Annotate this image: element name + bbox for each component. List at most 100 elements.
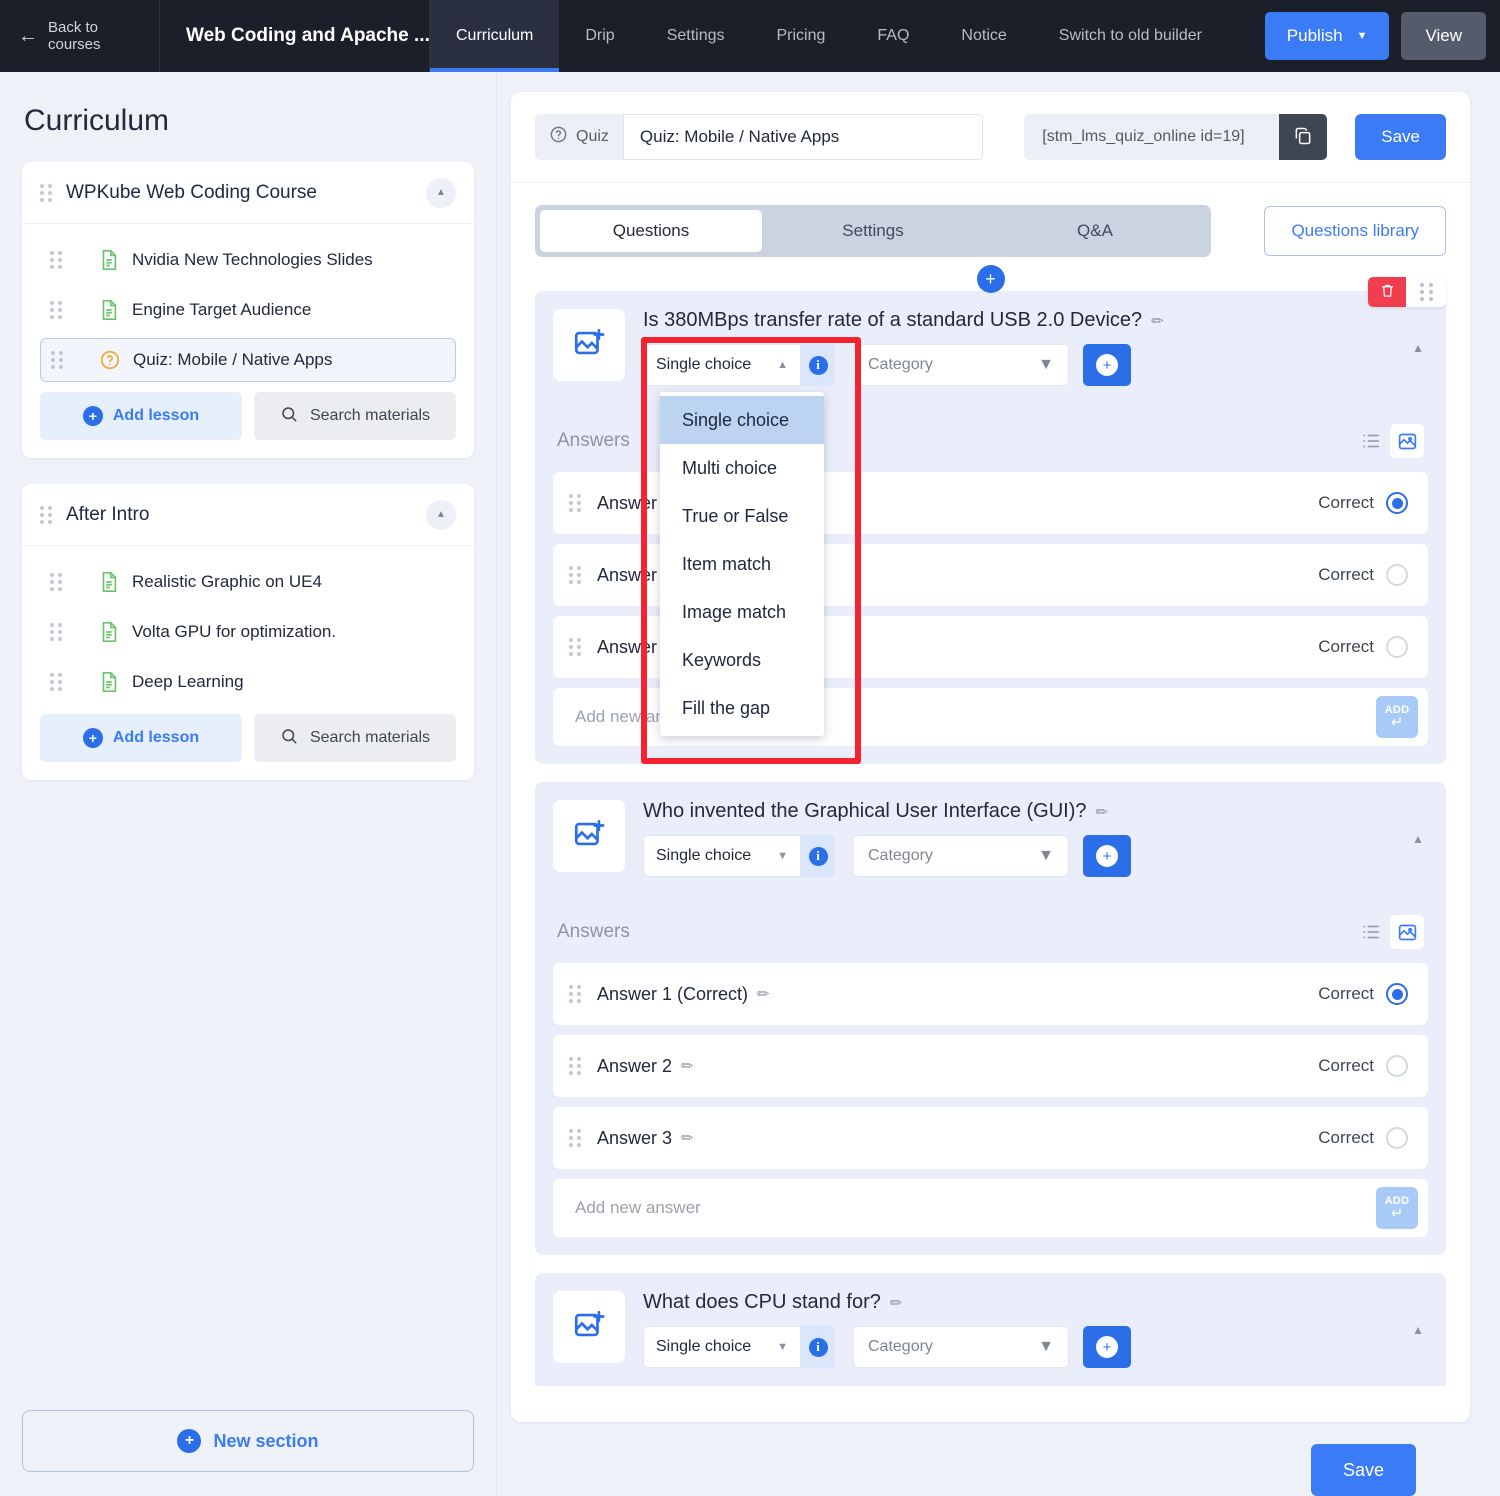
question-category-select[interactable]: Category ▼ xyxy=(853,835,1069,877)
image-add-icon xyxy=(572,817,606,856)
drag-handle-icon[interactable] xyxy=(50,251,64,269)
search-materials-button[interactable]: Search materials xyxy=(254,392,456,440)
questions-library-button[interactable]: Questions library xyxy=(1264,206,1446,256)
question-type-info-button[interactable]: i xyxy=(801,344,835,386)
correct-radio[interactable] xyxy=(1386,1055,1408,1077)
edit-pencil-icon[interactable]: ✏ xyxy=(681,1129,694,1147)
list-item[interactable]: Deep Learning xyxy=(40,660,456,704)
drag-handle-icon[interactable] xyxy=(569,566,583,584)
drag-handle-icon[interactable] xyxy=(569,494,583,512)
sidebar-item-quiz-mobile-native-apps[interactable]: Quiz: Mobile / Native Apps xyxy=(40,338,456,382)
image-view-icon[interactable] xyxy=(1390,424,1424,458)
question-type-dropdown[interactable]: Single choice Multi choice True or False… xyxy=(660,392,824,736)
question-image-placeholder[interactable] xyxy=(553,1291,625,1363)
type-option-item-match[interactable]: Item match xyxy=(660,540,824,588)
list-view-icon[interactable] xyxy=(1360,430,1382,452)
drag-handle-icon[interactable] xyxy=(40,183,54,202)
question-category-select[interactable]: Category ▼ xyxy=(853,1326,1069,1368)
new-section-button[interactable]: + New section xyxy=(22,1410,474,1472)
correct-radio[interactable] xyxy=(1386,564,1408,586)
drag-handle-icon[interactable] xyxy=(569,638,583,656)
image-view-icon[interactable] xyxy=(1390,915,1424,949)
view-button[interactable]: View xyxy=(1401,12,1486,60)
delete-question-button[interactable] xyxy=(1368,277,1406,307)
question-image-placeholder[interactable] xyxy=(553,800,625,872)
correct-radio[interactable] xyxy=(1386,636,1408,658)
save-button[interactable]: Save xyxy=(1355,114,1446,160)
list-item[interactable]: Nvidia New Technologies Slides xyxy=(40,238,456,282)
edit-pencil-icon[interactable]: ✏ xyxy=(890,1294,903,1312)
section-collapse-button[interactable]: ▲ xyxy=(426,177,456,208)
correct-radio[interactable] xyxy=(1386,492,1408,514)
publish-button[interactable]: Publish ▼ xyxy=(1264,12,1390,60)
edit-pencil-icon[interactable]: ✏ xyxy=(681,1057,694,1075)
edit-pencil-icon[interactable]: ✏ xyxy=(1096,803,1109,821)
add-answer-button[interactable]: ADD ↵ xyxy=(1376,696,1418,738)
nav-tab-drip[interactable]: Drip xyxy=(559,0,640,72)
drag-handle-icon[interactable] xyxy=(50,623,64,641)
nav-tab-notice[interactable]: Notice xyxy=(935,0,1032,72)
question-type-info-button[interactable]: i xyxy=(801,835,835,877)
drag-handle-icon[interactable] xyxy=(40,505,54,524)
tab-questions[interactable]: Questions xyxy=(540,210,762,252)
question-collapse-button[interactable]: ▲ xyxy=(1412,832,1424,846)
list-view-icon[interactable] xyxy=(1360,921,1382,943)
search-materials-button[interactable]: Search materials xyxy=(254,714,456,762)
nav-tab-switch-old-builder[interactable]: Switch to old builder xyxy=(1033,0,1228,72)
add-answer-input[interactable] xyxy=(575,1198,1376,1218)
section-header[interactable]: After Intro ▲ xyxy=(22,484,474,546)
type-option-true-or-false[interactable]: True or False xyxy=(660,492,824,540)
table-row[interactable]: Answer 2 ✏ Correct xyxy=(553,1035,1428,1097)
table-row[interactable]: Answer 3 ✏ Correct xyxy=(553,1107,1428,1169)
copy-shortcode-button[interactable] xyxy=(1279,114,1328,160)
nav-tab-faq[interactable]: FAQ xyxy=(851,0,935,72)
list-item[interactable]: Volta GPU for optimization. xyxy=(40,610,456,654)
type-option-image-match[interactable]: Image match xyxy=(660,588,824,636)
add-question-button[interactable]: + xyxy=(976,265,1005,293)
shortcode-field[interactable] xyxy=(1024,114,1280,160)
add-category-button[interactable]: + xyxy=(1083,1326,1131,1368)
add-lesson-button[interactable]: + Add lesson xyxy=(40,714,242,762)
drag-handle-icon[interactable] xyxy=(50,573,64,591)
correct-radio[interactable] xyxy=(1386,983,1408,1005)
type-option-keywords[interactable]: Keywords xyxy=(660,636,824,684)
question-type-select[interactable]: Single choice ▲ xyxy=(643,344,801,386)
section-header[interactable]: WPKube Web Coding Course ▲ xyxy=(22,162,474,224)
drag-handle-icon[interactable] xyxy=(569,1129,583,1147)
type-option-fill-the-gap[interactable]: Fill the gap xyxy=(660,684,824,732)
drag-handle-icon[interactable] xyxy=(51,351,65,369)
drag-handle-icon[interactable] xyxy=(569,1057,583,1075)
add-category-button[interactable]: + xyxy=(1083,344,1131,386)
list-item[interactable]: Engine Target Audience xyxy=(40,288,456,332)
question-collapse-button[interactable]: ▲ xyxy=(1412,1323,1424,1337)
add-answer-button[interactable]: ADD ↵ xyxy=(1376,1187,1418,1229)
edit-pencil-icon[interactable]: ✏ xyxy=(757,985,770,1003)
type-option-multi-choice[interactable]: Multi choice xyxy=(660,444,824,492)
drag-handle-icon[interactable] xyxy=(1406,277,1446,307)
nav-tab-curriculum[interactable]: Curriculum xyxy=(430,0,560,72)
list-item[interactable]: Realistic Graphic on UE4 xyxy=(40,560,456,604)
tab-settings[interactable]: Settings xyxy=(762,210,984,252)
table-row[interactable]: Answer 1 (Correct) ✏ Correct xyxy=(553,963,1428,1025)
question-type-select[interactable]: Single choice ▼ xyxy=(643,1326,801,1368)
nav-tab-pricing[interactable]: Pricing xyxy=(751,0,852,72)
correct-radio[interactable] xyxy=(1386,1127,1408,1149)
question-collapse-button[interactable]: ▲ xyxy=(1412,341,1424,355)
nav-tab-settings[interactable]: Settings xyxy=(641,0,751,72)
drag-handle-icon[interactable] xyxy=(569,985,583,1003)
bottom-save-button[interactable]: Save xyxy=(1310,1444,1416,1496)
drag-handle-icon[interactable] xyxy=(50,673,64,691)
back-to-courses-button[interactable]: ← Back to courses xyxy=(0,0,160,72)
type-option-single-choice[interactable]: Single choice xyxy=(660,396,824,444)
question-type-info-button[interactable]: i xyxy=(801,1326,835,1368)
add-category-button[interactable]: + xyxy=(1083,835,1131,877)
drag-handle-icon[interactable] xyxy=(50,301,64,319)
question-category-select[interactable]: Category ▼ xyxy=(853,344,1069,386)
add-lesson-button[interactable]: + Add lesson xyxy=(40,392,242,440)
question-image-placeholder[interactable] xyxy=(553,309,625,381)
section-collapse-button[interactable]: ▲ xyxy=(426,499,456,530)
tab-qa[interactable]: Q&A xyxy=(984,210,1206,252)
edit-pencil-icon[interactable]: ✏ xyxy=(1151,312,1164,330)
quiz-title-input[interactable] xyxy=(622,114,983,160)
question-type-select[interactable]: Single choice ▼ xyxy=(643,835,801,877)
